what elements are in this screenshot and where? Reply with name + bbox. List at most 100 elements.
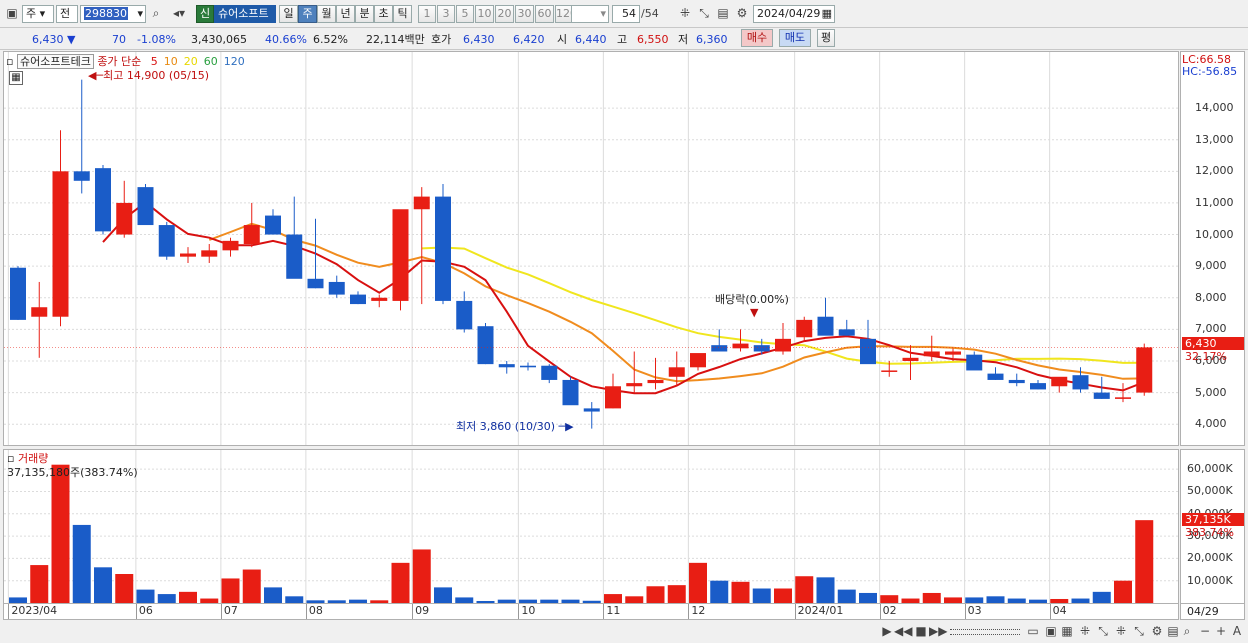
volume-bar	[816, 577, 835, 603]
volume-bar	[242, 569, 261, 603]
market2-select[interactable]: 전	[56, 5, 78, 23]
stock-code-input[interactable]: 298830 ▾	[80, 5, 146, 23]
candle-body	[180, 253, 196, 257]
tool-icon[interactable]: ▦	[1058, 623, 1076, 641]
flat-button[interactable]: 평	[817, 29, 835, 47]
interval-tab-10[interactable]: 10	[475, 5, 494, 23]
candle	[711, 329, 728, 352]
gear-icon[interactable]: ⚙	[733, 5, 751, 23]
high-label: 고	[617, 33, 628, 46]
candle-body	[668, 367, 685, 377]
stop-icon[interactable]: ■	[912, 623, 930, 641]
period-tab-5[interactable]: 초	[374, 5, 393, 23]
low-price: 6,360	[696, 33, 728, 46]
candle	[158, 221, 175, 260]
interval-tab-30[interactable]: 30	[515, 5, 534, 23]
candle	[328, 275, 345, 298]
candle-body	[966, 354, 983, 371]
calendar-icon[interactable]: ▦	[822, 6, 832, 22]
volume-bar	[965, 597, 984, 603]
max-label: 최고 14,900 (05/15)	[103, 69, 210, 82]
candle-body	[307, 278, 324, 289]
candle-body	[923, 351, 940, 357]
volume-bar	[157, 594, 176, 603]
max-annotation: ◀─최고 14,900 (05/15)	[88, 67, 209, 83]
candle-body	[945, 351, 961, 355]
price-tick: 14,000	[1195, 101, 1234, 115]
volume-chart-panel[interactable]: ▫ 거래량 37,135,180주(383.74%)	[3, 449, 1179, 604]
volume-bar	[30, 565, 49, 603]
period-tab-0[interactable]: 일	[279, 5, 298, 23]
volume-bar	[1071, 598, 1090, 603]
rewind-icon[interactable]: ◀◀	[894, 623, 912, 641]
volume-bar	[115, 574, 134, 603]
volume-bar	[1135, 520, 1154, 603]
price-panel-title[interactable]: 슈어소프트테크	[16, 54, 94, 69]
volume-scale[interactable]: 60,000K50,000K40,000K30,000K20,000K10,00…	[1180, 449, 1245, 604]
price-tick: 13,000	[1195, 132, 1234, 146]
sell-button[interactable]: 매도	[779, 29, 811, 47]
stock-name-field[interactable]: 슈어소프트	[214, 5, 276, 23]
interval-tab-1[interactable]: 1	[418, 5, 436, 23]
tool-icon[interactable]: ⁜	[1112, 623, 1130, 641]
candle-body	[392, 209, 409, 301]
chevron-down-icon[interactable]: ▾	[137, 6, 143, 22]
candle	[286, 196, 303, 279]
fast-forward-icon[interactable]: ▶▶	[929, 623, 947, 641]
x-axis-label: 09	[412, 604, 429, 619]
volume-bar	[1007, 598, 1026, 603]
candle-body	[732, 343, 749, 349]
candle	[307, 218, 324, 289]
candle	[860, 319, 876, 365]
current-price: 6,430 ▼	[32, 31, 75, 48]
tool-icon[interactable]: ▭	[1024, 623, 1042, 641]
tool-icon[interactable]: ⁜	[1076, 623, 1094, 641]
arrow-down-icon: ▼	[750, 306, 759, 319]
scale-icon[interactable]: A	[1228, 623, 1246, 641]
buy-button[interactable]: 매수	[741, 29, 773, 47]
interval-tab-20[interactable]: 20	[495, 5, 514, 23]
interval-tab-3[interactable]: 3	[437, 5, 455, 23]
date-input[interactable]: 2024/04/29 ▦	[753, 5, 835, 23]
zoom-slider[interactable]	[950, 629, 1020, 635]
candle-body	[52, 171, 69, 317]
candle	[116, 180, 133, 238]
volume-bar	[9, 597, 27, 603]
interval-tab-60[interactable]: 60	[535, 5, 554, 23]
volume-bar	[1114, 580, 1132, 603]
volume-tick: 50,000K	[1187, 484, 1233, 498]
tool-icon[interactable]: ⤡	[1130, 623, 1148, 641]
volume-bar	[327, 600, 346, 603]
window-icon[interactable]: ▣	[3, 5, 21, 23]
interval-tab-5[interactable]: 5	[456, 5, 474, 23]
save-icon[interactable]: ▤	[714, 5, 732, 23]
price-tick: 12,000	[1195, 164, 1234, 178]
candle-body	[95, 168, 111, 232]
candle-body	[902, 357, 919, 361]
period-tab-4[interactable]: 분	[355, 5, 374, 23]
page-input[interactable]: 54	[612, 5, 640, 23]
interval-custom-select[interactable]: ▾	[571, 5, 609, 23]
calculator-icon[interactable]: ▦	[9, 71, 23, 85]
speaker-icon[interactable]: ◂▾	[166, 5, 192, 23]
period-tab-2[interactable]: 월	[317, 5, 336, 23]
volume-bar	[519, 599, 537, 603]
tool-icon[interactable]: ⤡	[1094, 623, 1112, 641]
draw-tool-icon[interactable]: ⤡	[695, 5, 713, 23]
period-tab-6[interactable]: 틱	[393, 5, 412, 23]
candle-body	[541, 365, 558, 380]
volume-bar	[391, 562, 410, 603]
market-select[interactable]: 주 ▾	[22, 5, 54, 23]
candle-body	[328, 281, 345, 295]
zoom-icon[interactable]: ⌕	[1178, 623, 1196, 641]
volume-bar	[901, 598, 920, 603]
search-icon[interactable]: ⌕	[147, 5, 165, 23]
x-axis-label: 12	[688, 604, 705, 619]
period-tab-3[interactable]: 년	[336, 5, 355, 23]
price-chart-panel[interactable]: ▫ 슈어소프트테크 종가 단순 5 10 20 60 120 ▦ ◀─최고 14,900…	[3, 51, 1179, 446]
price-scale[interactable]: LC:66.58 HC:-56.85 14,000 13,000 12,000 11,…	[1180, 51, 1245, 446]
period-tab-1[interactable]: 주	[298, 5, 317, 23]
price-change: 70	[112, 33, 126, 46]
crosshair-icon[interactable]: ⁜	[676, 5, 694, 23]
volume-bar	[1029, 599, 1047, 603]
